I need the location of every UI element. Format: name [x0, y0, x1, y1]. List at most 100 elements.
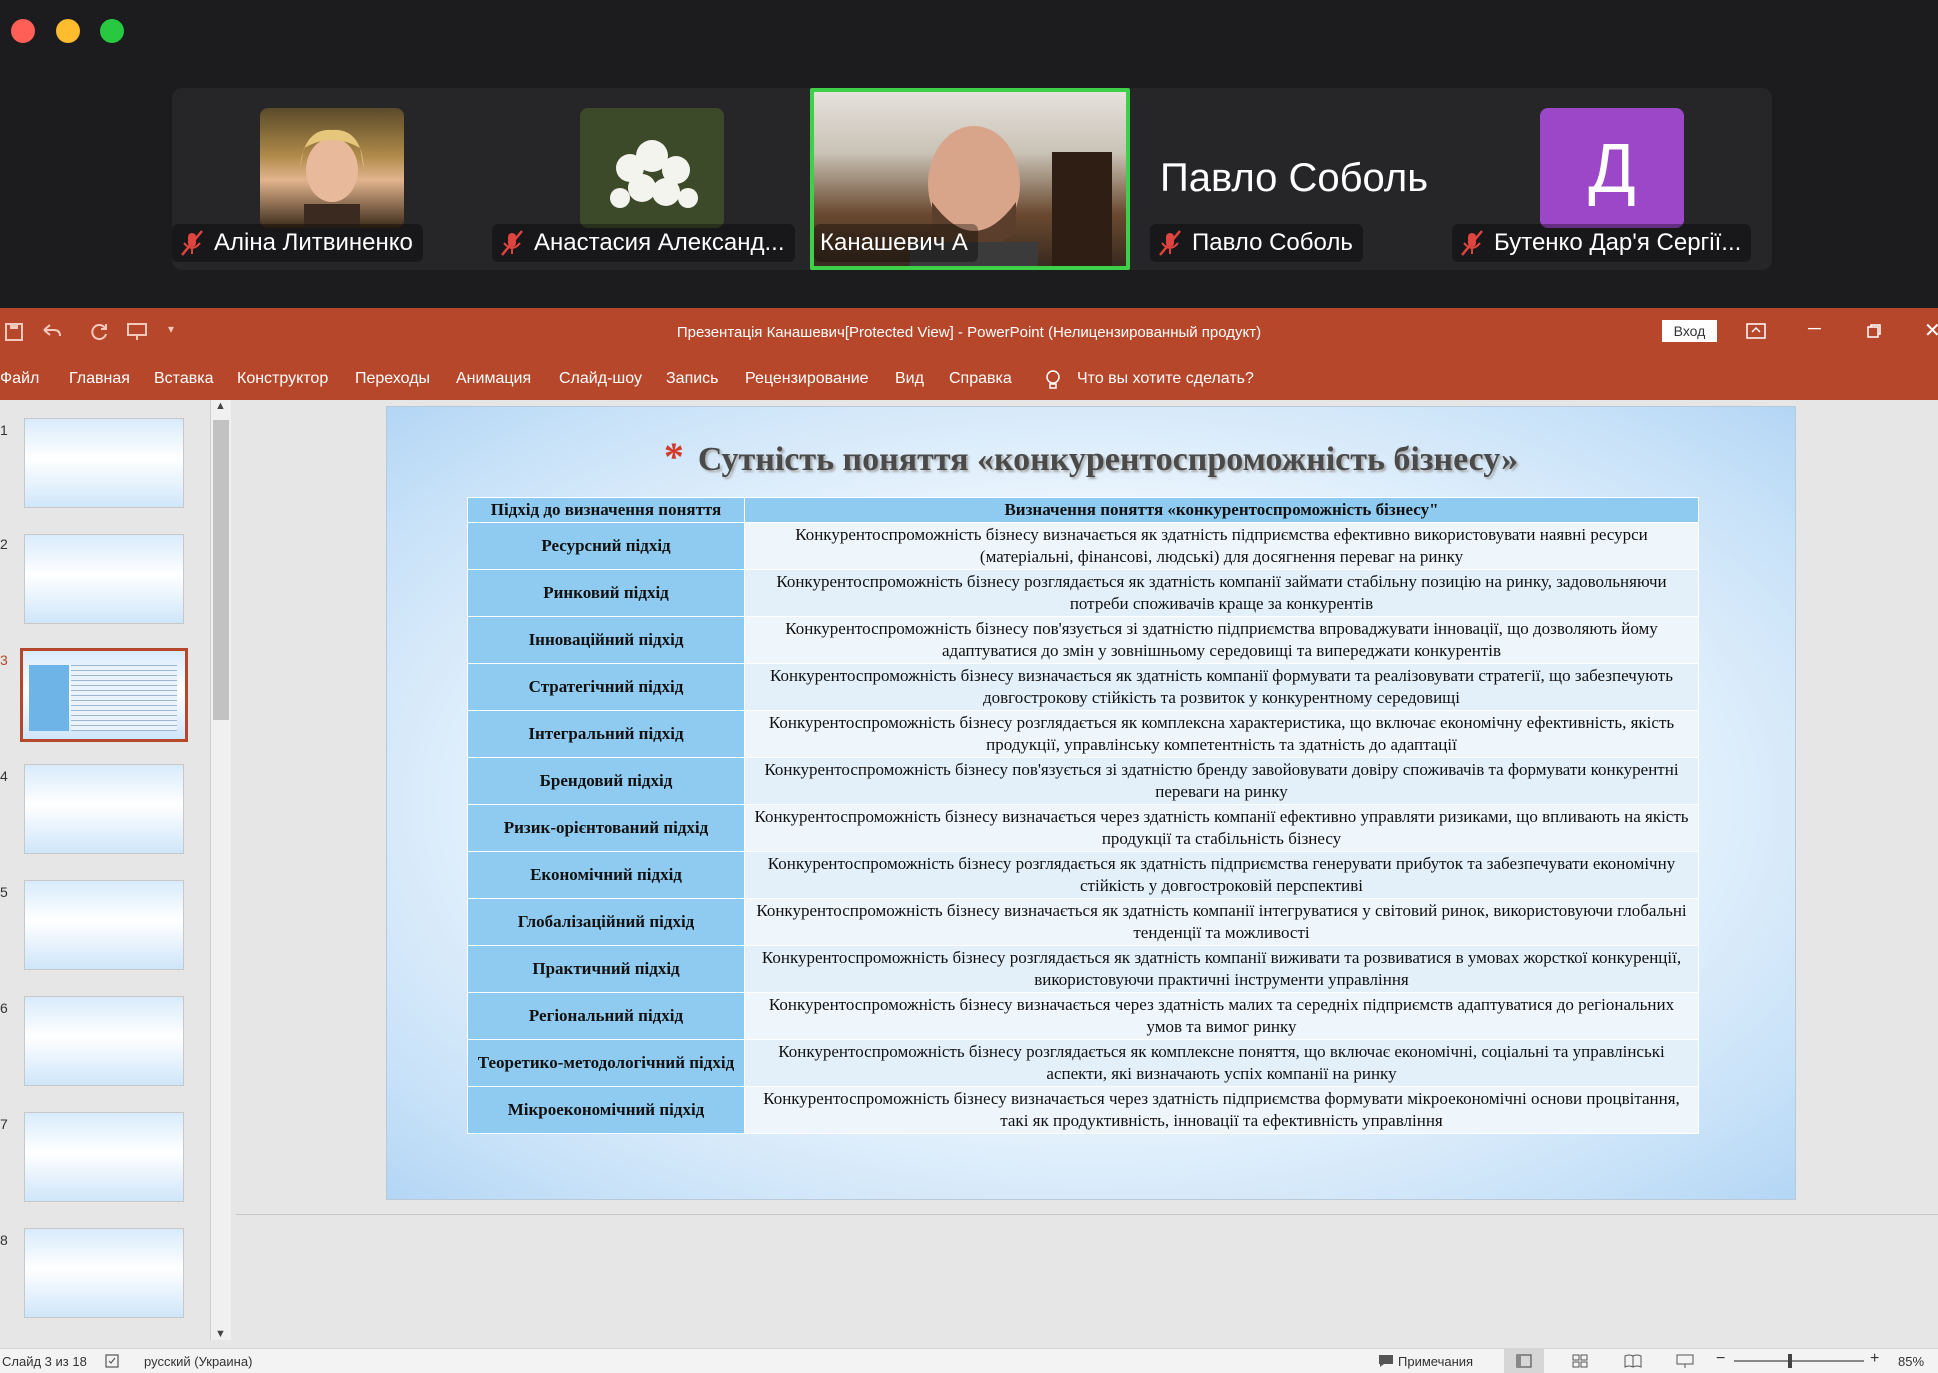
definition-cell: Конкурентоспроможність бізнесу розглядає… [744, 569, 1699, 617]
tab-file[interactable]: Файл [0, 370, 39, 388]
participant-name-bar: Анастасия Александ... [492, 224, 795, 262]
slide-thumbnail[interactable] [24, 880, 184, 970]
slide-title-text: Сутність поняття «конкурентоспроможність… [697, 441, 1519, 478]
ribbon-display-options-icon[interactable] [1745, 321, 1767, 341]
thumb-number: 4 [0, 768, 8, 784]
sign-in-button[interactable]: Вход [1662, 320, 1717, 342]
tab-review[interactable]: Рецензирование [745, 370, 869, 388]
minimize-icon[interactable]: ─ [1808, 318, 1821, 339]
participant-name: Анастасия Александ... [534, 229, 785, 256]
participant-name: Канашевич А [820, 229, 968, 256]
slide-thumbnail[interactable] [24, 1228, 184, 1318]
close-window-button[interactable] [11, 19, 35, 43]
notes-icon[interactable] [1378, 1354, 1394, 1368]
slide-thumbnail-selected[interactable] [20, 648, 188, 742]
zoom-slider[interactable] [1734, 1354, 1864, 1368]
restore-icon[interactable] [1866, 323, 1882, 339]
normal-view-button[interactable] [1504, 1349, 1544, 1373]
approach-cell: Мікроекономічний підхід [467, 1086, 745, 1134]
muted-mic-icon [1461, 230, 1483, 256]
thumb-number: 6 [0, 1000, 8, 1016]
tab-home[interactable]: Главная [69, 370, 130, 388]
tab-slideshow[interactable]: Слайд-шоу [559, 370, 642, 388]
participant-tile[interactable]: Анастасия Александ... [492, 88, 812, 270]
zoom-in-button[interactable]: + [1870, 1350, 1879, 1368]
table-row: Ринковий підхід Конкурентоспроможність бі… [467, 569, 1699, 617]
reading-view-icon[interactable] [1624, 1354, 1642, 1368]
table-row: Практичний підхід Конкурентоспроможність … [467, 945, 1699, 993]
participant-photo [260, 108, 404, 228]
slide-counter[interactable]: Слайд 3 из 18 [2, 1354, 87, 1369]
muted-mic-icon [501, 230, 523, 256]
zoom-level[interactable]: 85% [1898, 1354, 1924, 1369]
definition-cell: Конкурентоспроможність бізнесу розглядає… [744, 851, 1699, 899]
participant-tile[interactable]: Павло Соболь Павло Соболь [1150, 88, 1470, 270]
thumbnails-scrollbar[interactable]: ▲ ▼ [210, 400, 231, 1340]
slide-thumbnail[interactable] [24, 1112, 184, 1202]
definition-cell: Конкурентоспроможність бізнесу визначаєт… [744, 522, 1699, 570]
tell-me-search[interactable]: Что вы хотите сделать? [1077, 370, 1254, 388]
table-row: Ризик-орієнтований підхід Конкурентоспром… [467, 804, 1699, 852]
slide-thumbnail[interactable] [24, 418, 184, 508]
zoom-window-button[interactable] [100, 19, 124, 43]
thumb-number: 2 [0, 536, 8, 552]
zoom-out-button[interactable]: − [1716, 1350, 1725, 1368]
close-icon[interactable]: ✕ [1924, 318, 1938, 343]
participant-display-name: Павло Соболь [1160, 156, 1429, 200]
participant-tile-active-speaker[interactable]: Канашевич А [810, 88, 1130, 270]
notes-button[interactable]: Примечания [1398, 1354, 1473, 1369]
slide-canvas[interactable]: * Сутність поняття «конкурентоспроможніст… [386, 406, 1796, 1200]
tab-transitions[interactable]: Переходы [355, 370, 430, 388]
table-header: Визначення поняття «конкурентоспроможніс… [744, 497, 1699, 523]
tab-insert[interactable]: Вставка [154, 370, 213, 388]
thumb-number: 1 [0, 422, 8, 438]
definition-cell: Конкурентоспроможність бізнесу пов'язуєт… [744, 616, 1699, 664]
scrollbar-thumb[interactable] [213, 420, 229, 720]
scroll-up-icon[interactable]: ▲ [215, 400, 226, 412]
definition-cell: Конкурентоспроможність бізнесу визначаєт… [744, 898, 1699, 946]
ribbon-tabs: Файл Главная Вставка Конструктор Переход… [0, 358, 1938, 400]
approach-cell: Брендовий підхід [467, 757, 745, 805]
slide-sorter-icon[interactable] [1572, 1354, 1588, 1368]
table-row: Глобалізаційний підхід Конкурентоспроможн… [467, 898, 1699, 946]
approach-cell: Ресурсний підхід [467, 522, 745, 570]
approach-cell: Теоретико-методологічний підхід [467, 1039, 745, 1087]
language-indicator[interactable]: русский (Украина) [144, 1354, 252, 1369]
tab-animations[interactable]: Анимация [456, 370, 531, 388]
tab-design[interactable]: Конструктор [237, 370, 328, 388]
slide-thumbnail[interactable] [24, 996, 184, 1086]
slide-thumbnail[interactable] [24, 534, 184, 624]
definitions-table: Підхід до визначення поняття Визначення … [467, 497, 1699, 1134]
slideshow-view-icon[interactable] [1676, 1353, 1694, 1369]
approach-cell: Практичний підхід [467, 945, 745, 993]
spellcheck-icon[interactable] [104, 1353, 120, 1369]
table-row: Теоретико-методологічний підхід Конкурент… [467, 1039, 1699, 1087]
thumb-number: 8 [0, 1232, 8, 1248]
slide-thumbnail[interactable] [24, 764, 184, 854]
scroll-down-icon[interactable]: ▼ [215, 1328, 226, 1340]
definition-cell: Конкурентоспроможність бізнесу визначаєт… [744, 1086, 1699, 1134]
participant-tile[interactable]: Аліна Литвиненко [172, 88, 492, 270]
tab-help[interactable]: Справка [949, 370, 1012, 388]
notes-divider[interactable] [236, 1214, 1938, 1215]
thumb-number: 3 [0, 652, 8, 668]
minimize-window-button[interactable] [56, 19, 80, 43]
participant-tile[interactable]: Д Бутенко Дар'я Сергії... [1452, 88, 1772, 270]
participant-name: Аліна Литвиненко [214, 229, 413, 256]
participant-name: Павло Соболь [1192, 229, 1353, 256]
thumb-number: 7 [0, 1116, 8, 1132]
participant-name-bar: Бутенко Дар'я Сергії... [1452, 224, 1752, 262]
table-row: Інноваційний підхід Конкурентоспроможніст… [467, 616, 1699, 664]
definition-cell: Конкурентоспроможність бізнесу визначаєт… [744, 663, 1699, 711]
participant-photo [580, 108, 724, 228]
participant-name-bar: Павло Соболь [1150, 224, 1363, 262]
table-row: Регіональний підхід Конкурентоспроможніст… [467, 992, 1699, 1040]
definition-cell: Конкурентоспроможність бізнесу розглядає… [744, 945, 1699, 993]
tab-record[interactable]: Запись [666, 370, 719, 388]
zoom-slider-thumb[interactable] [1788, 1354, 1792, 1368]
lightbulb-icon [1046, 370, 1060, 389]
tab-view[interactable]: Вид [895, 370, 924, 388]
thumb-number: 5 [0, 884, 8, 900]
slide-title: * Сутність поняття «конкурентоспроможніст… [387, 433, 1795, 480]
table-row: Стратегічний підхід Конкурентоспроможніст… [467, 663, 1699, 711]
